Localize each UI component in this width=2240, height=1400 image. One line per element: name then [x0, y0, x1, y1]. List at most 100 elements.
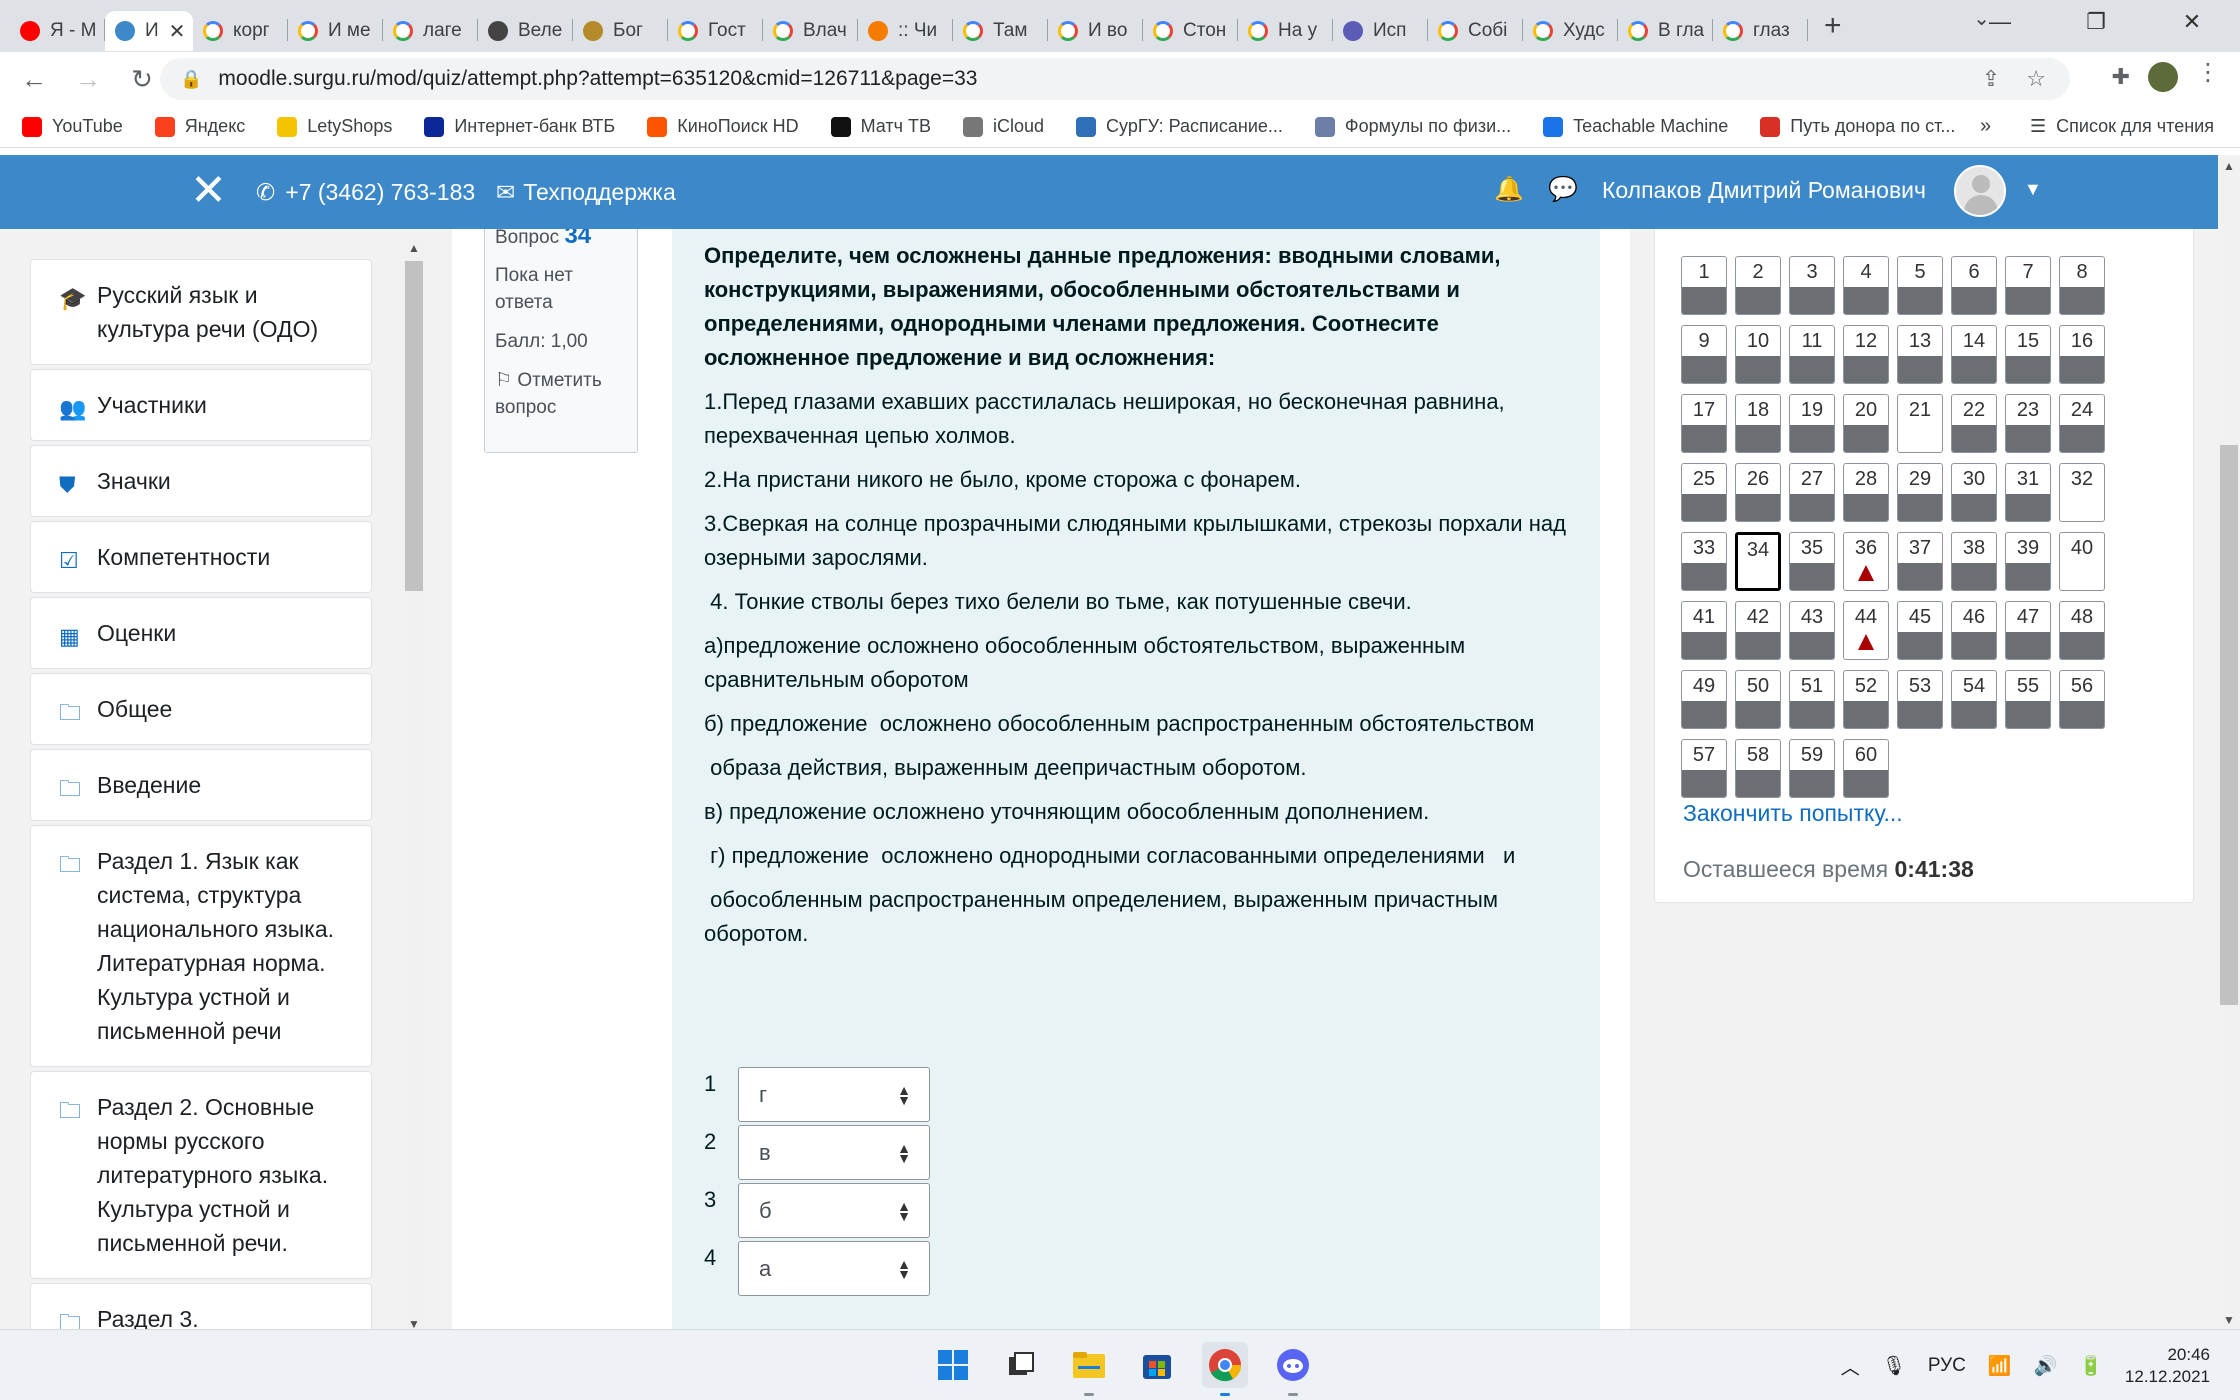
- page-scroll-up-icon[interactable]: ▲: [2223, 159, 2235, 173]
- menu-icon[interactable]: ⋮: [2196, 58, 2220, 87]
- browser-tab[interactable]: Стон: [1143, 11, 1238, 51]
- sidebar-item[interactable]: ⛊ Значки: [30, 445, 372, 517]
- bookmarks-more-button[interactable]: »: [1980, 115, 1991, 138]
- close-window-button[interactable]: ✕: [2144, 0, 2240, 44]
- reading-list-button[interactable]: ☰ Список для чтения: [2030, 116, 2214, 137]
- quiz-nav-button[interactable]: 34: [1735, 532, 1781, 591]
- answer-select[interactable]: г ▲ ▼: [738, 1067, 930, 1122]
- user-avatar[interactable]: [1954, 165, 2006, 217]
- quiz-nav-button[interactable]: 8: [2059, 256, 2105, 315]
- finish-attempt-link[interactable]: Закончить попытку...: [1683, 800, 1903, 827]
- support-link[interactable]: ✉ Техподдержка: [496, 179, 676, 206]
- quiz-nav-button[interactable]: 4: [1843, 256, 1889, 315]
- clock[interactable]: 20:46 12.12.2021: [2125, 1344, 2210, 1388]
- bookmark-item[interactable]: YouTube: [22, 116, 123, 137]
- lock-icon[interactable]: 🔒: [180, 69, 202, 90]
- quiz-nav-button[interactable]: 26: [1735, 463, 1781, 522]
- quiz-nav-button[interactable]: 36: [1843, 532, 1889, 591]
- quiz-nav-button[interactable]: 60: [1843, 739, 1889, 798]
- quiz-nav-button[interactable]: 10: [1735, 325, 1781, 384]
- quiz-nav-button[interactable]: 35: [1789, 532, 1835, 591]
- quiz-nav-button[interactable]: 13: [1897, 325, 1943, 384]
- extensions-icon[interactable]: ✚: [2112, 64, 2130, 90]
- volume-icon[interactable]: 🔊: [2034, 1354, 2058, 1378]
- microphone-icon[interactable]: 🎙: [1882, 1354, 1906, 1378]
- quiz-nav-button[interactable]: 2: [1735, 256, 1781, 315]
- quiz-nav-button[interactable]: 31: [2005, 463, 2051, 522]
- chevron-down-icon[interactable]: ▼: [2024, 179, 2042, 200]
- browser-tab[interactable]: Веле: [478, 11, 573, 51]
- sidebar-item[interactable]: 🗀 Раздел 1. Язык как система, структура н…: [30, 825, 372, 1067]
- browser-tab[interactable]: Гост: [668, 11, 763, 51]
- quiz-nav-button[interactable]: 47: [2005, 601, 2051, 660]
- quiz-nav-button[interactable]: 40: [2059, 532, 2105, 591]
- bookmark-item[interactable]: КиноПоиск HD: [647, 116, 799, 137]
- tab-close-icon[interactable]: ✕: [169, 19, 186, 44]
- store-icon[interactable]: [1134, 1342, 1180, 1388]
- quiz-nav-button[interactable]: 50: [1735, 670, 1781, 729]
- forward-icon[interactable]: →: [68, 64, 108, 95]
- share-icon[interactable]: ⇪: [1982, 66, 2000, 92]
- bookmark-item[interactable]: СурГУ: Расписание...: [1076, 116, 1283, 137]
- answer-select[interactable]: а ▲ ▼: [738, 1241, 930, 1296]
- quiz-nav-button[interactable]: 57: [1681, 739, 1727, 798]
- quiz-nav-button[interactable]: 51: [1789, 670, 1835, 729]
- quiz-nav-button[interactable]: 56: [2059, 670, 2105, 729]
- profile-avatar[interactable]: [2148, 62, 2178, 92]
- file-explorer-icon[interactable]: [1066, 1342, 1112, 1396]
- sidebar-item[interactable]: 👥 Участники: [30, 369, 372, 441]
- bookmark-item[interactable]: Путь донора по ст...: [1760, 116, 1955, 137]
- reload-icon[interactable]: ↻: [122, 64, 162, 95]
- quiz-nav-button[interactable]: 5: [1897, 256, 1943, 315]
- discord-icon[interactable]: [1270, 1342, 1316, 1396]
- quiz-nav-button[interactable]: 23: [2005, 394, 2051, 453]
- task-view-icon[interactable]: [998, 1342, 1044, 1388]
- quiz-nav-button[interactable]: 18: [1735, 394, 1781, 453]
- bell-icon[interactable]: 🔔: [1494, 175, 1524, 204]
- browser-tab[interactable]: Там: [953, 11, 1048, 51]
- quiz-nav-button[interactable]: 41: [1681, 601, 1727, 660]
- chat-icon[interactable]: 💬: [1548, 175, 1578, 204]
- browser-tab[interactable]: И во: [1048, 11, 1143, 51]
- close-drawer-icon[interactable]: ✕: [190, 169, 227, 213]
- quiz-nav-button[interactable]: 17: [1681, 394, 1727, 453]
- bookmark-star-icon[interactable]: ☆: [2026, 66, 2046, 92]
- windows-start-icon[interactable]: [930, 1342, 976, 1388]
- bookmark-item[interactable]: iCloud: [963, 116, 1044, 137]
- browser-tab[interactable]: На у: [1238, 11, 1333, 51]
- quiz-nav-button[interactable]: 42: [1735, 601, 1781, 660]
- quiz-nav-button[interactable]: 54: [1951, 670, 1997, 729]
- quiz-nav-button[interactable]: 16: [2059, 325, 2105, 384]
- sidebar-item[interactable]: 🗀 Раздел 2. Основные нормы русского литер…: [30, 1071, 372, 1279]
- browser-tab[interactable]: Бог: [573, 11, 668, 51]
- quiz-nav-button[interactable]: 53: [1897, 670, 1943, 729]
- browser-tab[interactable]: Я - М: [10, 11, 105, 51]
- battery-icon[interactable]: 🔋: [2079, 1354, 2103, 1378]
- browser-tab[interactable]: Влач: [763, 11, 858, 51]
- sidebar-item[interactable]: 🎓 Русский язык и культура речи (ОДО): [30, 259, 372, 365]
- new-tab-button[interactable]: +: [1824, 9, 1842, 43]
- tray-chevron-icon[interactable]: ︿: [1841, 1353, 1860, 1380]
- browser-tab[interactable]: И ✕: [105, 11, 193, 51]
- quiz-nav-button[interactable]: 25: [1681, 463, 1727, 522]
- quiz-nav-button[interactable]: 3: [1789, 256, 1835, 315]
- wifi-icon[interactable]: 📶: [1988, 1354, 2012, 1378]
- quiz-nav-button[interactable]: 43: [1789, 601, 1835, 660]
- answer-select[interactable]: в ▲ ▼: [738, 1125, 930, 1180]
- browser-tab[interactable]: Собі: [1428, 11, 1523, 51]
- quiz-nav-button[interactable]: 21: [1897, 394, 1943, 453]
- quiz-nav-button[interactable]: 9: [1681, 325, 1727, 384]
- quiz-nav-button[interactable]: 32: [2059, 463, 2105, 522]
- page-scroll-down-icon[interactable]: ▼: [2223, 1313, 2235, 1327]
- quiz-nav-button[interactable]: 55: [2005, 670, 2051, 729]
- sidebar-item[interactable]: ☑ Компетентности: [30, 521, 372, 593]
- browser-tab[interactable]: Исп: [1333, 11, 1428, 51]
- quiz-nav-button[interactable]: 30: [1951, 463, 1997, 522]
- quiz-nav-button[interactable]: 27: [1789, 463, 1835, 522]
- sidebar-item[interactable]: ▦ Оценки: [30, 597, 372, 669]
- chrome-icon[interactable]: [1202, 1342, 1248, 1396]
- page-scrollbar[interactable]: ▲ ▼: [2218, 155, 2240, 1329]
- bookmark-item[interactable]: Матч ТВ: [830, 116, 931, 137]
- sidebar-item[interactable]: 🗀 Введение: [30, 749, 372, 821]
- flag-question-link[interactable]: ⚐ Отметить вопрос: [495, 367, 627, 421]
